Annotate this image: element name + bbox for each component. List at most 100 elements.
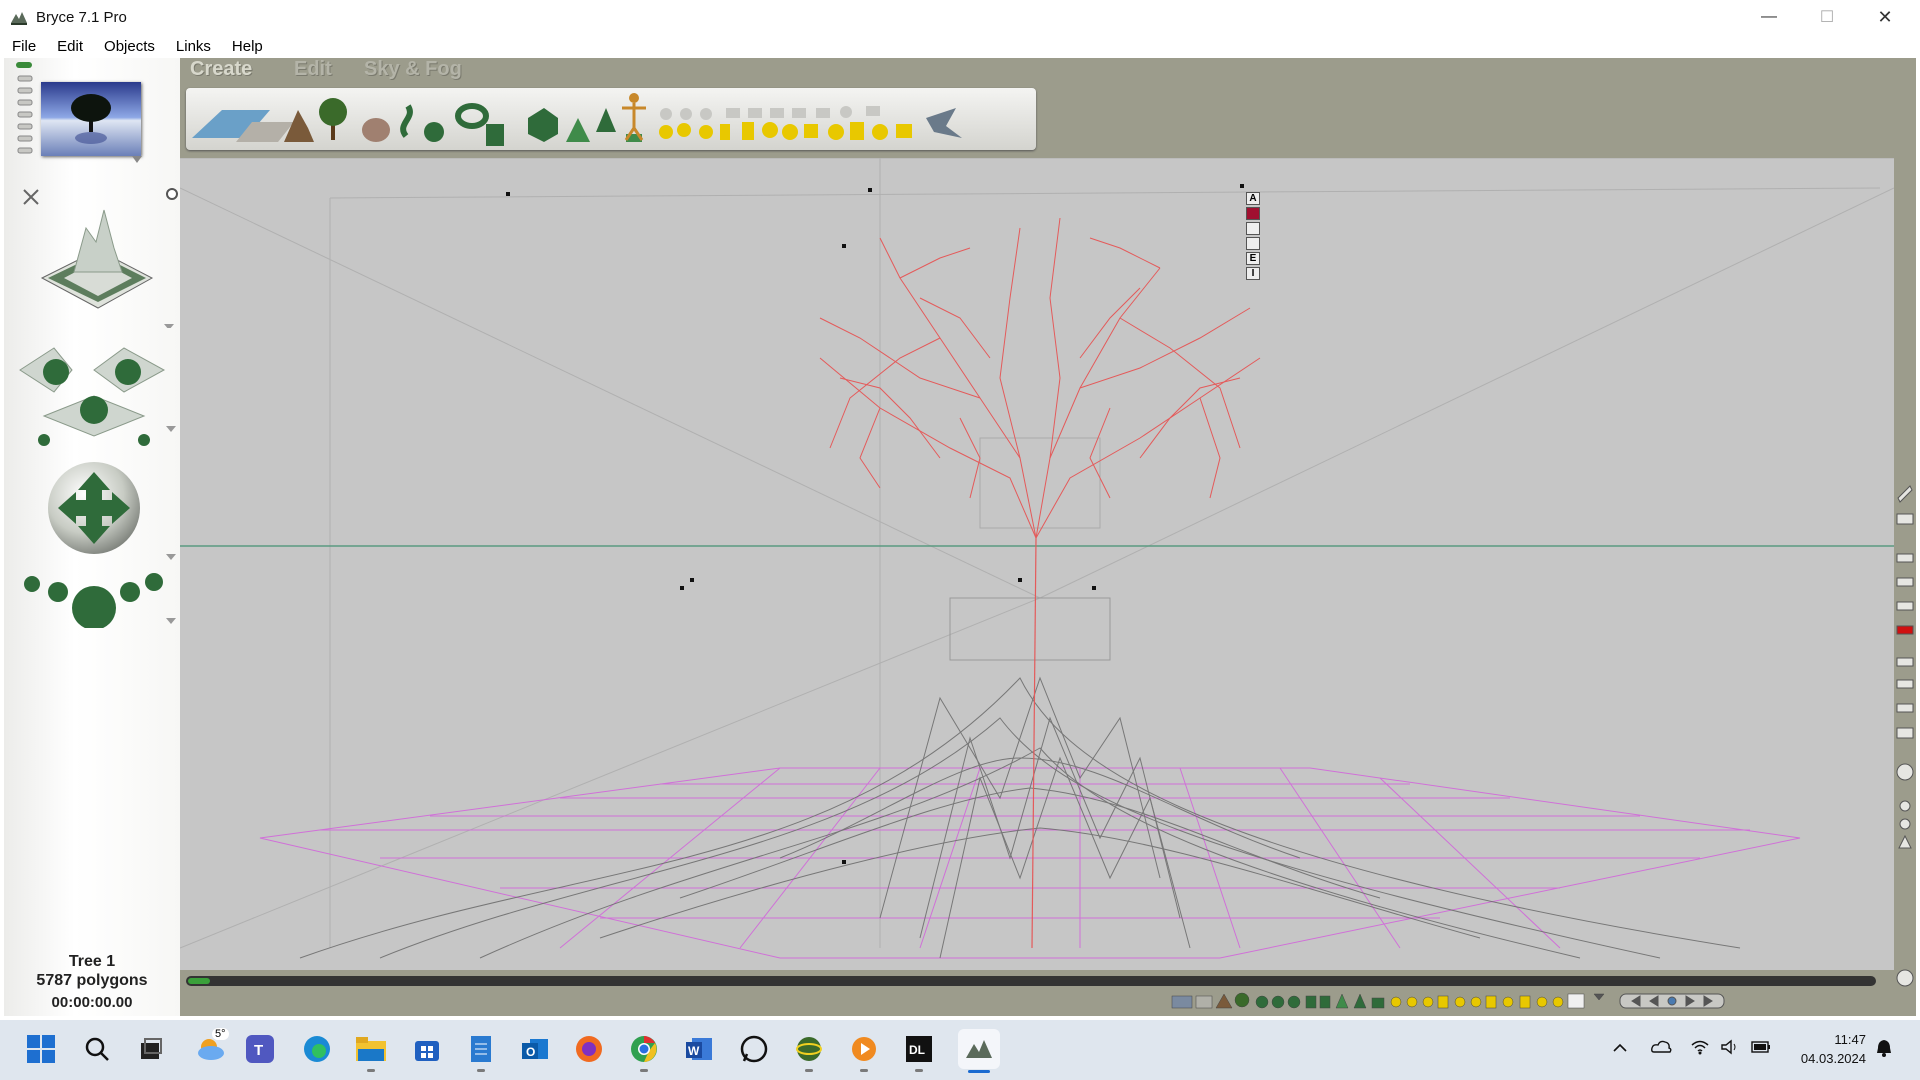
- start-button[interactable]: [24, 1032, 58, 1066]
- whatsapp-app[interactable]: [737, 1032, 771, 1066]
- selected-object-name: Tree 1: [68, 953, 116, 970]
- minimize-button[interactable]: —: [1740, 0, 1798, 34]
- object-controls: A E I: [1246, 192, 1260, 280]
- cylinder-icon[interactable]: [486, 124, 504, 146]
- view-stack-icon[interactable]: [14, 58, 38, 162]
- view-mode-icon[interactable]: [1896, 601, 1914, 611]
- ground-grid: [259, 767, 1801, 959]
- edit-object-button[interactable]: E: [1246, 252, 1260, 265]
- zoom-out-icon[interactable]: [1899, 818, 1911, 830]
- notepad-app[interactable]: [464, 1032, 498, 1066]
- camera-view-control[interactable]: [14, 168, 182, 328]
- globe-app[interactable]: [792, 1032, 826, 1066]
- light-primitives-icons[interactable]: [659, 122, 912, 140]
- menu-help[interactable]: Help: [220, 38, 272, 55]
- record-icon[interactable]: [1896, 625, 1914, 635]
- terrain-bounding-box: [949, 597, 1111, 661]
- cone-icon[interactable]: [596, 108, 616, 132]
- selection-handles[interactable]: [506, 184, 1244, 864]
- playback-controls[interactable]: [1619, 993, 1725, 1009]
- animation-timeline[interactable]: [186, 976, 1876, 986]
- file-explorer-app[interactable]: [354, 1032, 388, 1066]
- camera-move-control[interactable]: [14, 330, 182, 450]
- running-indicator: [860, 1069, 868, 1072]
- tree-trunk: [1031, 537, 1037, 949]
- daz-studio-app[interactable]: DL: [902, 1032, 936, 1066]
- preview-menu-arrow-icon[interactable]: [132, 156, 142, 164]
- tab-sky-fog[interactable]: Sky & Fog: [364, 58, 462, 81]
- control-palette: Tree 1 5787 polygons 00:00:00.00: [4, 58, 180, 1016]
- timeline-scrubber[interactable]: [188, 978, 210, 984]
- timeline-bar: [180, 970, 1894, 1016]
- texture-icon[interactable]: [1896, 679, 1914, 689]
- pyramid-icon[interactable]: [566, 118, 590, 142]
- sphere-icon[interactable]: [424, 122, 444, 142]
- cube-icon[interactable]: [528, 108, 558, 142]
- teams-app[interactable]: T: [246, 1035, 274, 1063]
- search-button[interactable]: [80, 1032, 114, 1066]
- nano-preview[interactable]: [41, 82, 141, 156]
- outlook-app[interactable]: O: [518, 1032, 552, 1066]
- link-button[interactable]: [1246, 237, 1260, 250]
- onedrive-icon[interactable]: [1650, 1038, 1672, 1056]
- wireframe-viewport[interactable]: A E I: [179, 157, 1895, 970]
- weather-widget[interactable]: 5°: [188, 1028, 232, 1066]
- layer-icon[interactable]: [1896, 657, 1914, 667]
- maximize-button[interactable]: ☐: [1798, 0, 1856, 34]
- show-hidden-icons-icon[interactable]: [1612, 1040, 1628, 1056]
- system-clock[interactable]: 11:47 04.03.2024: [1801, 1030, 1866, 1068]
- battery-icon[interactable]: [1750, 1038, 1772, 1056]
- running-indicator: [915, 1069, 923, 1072]
- render-globe-icon[interactable]: [1896, 763, 1914, 781]
- notepad-icon: [471, 1036, 491, 1062]
- selection-palette[interactable]: [1170, 990, 1730, 1014]
- word-app[interactable]: W: [682, 1032, 716, 1066]
- rock-icon[interactable]: [362, 118, 390, 142]
- running-indicator: [805, 1069, 813, 1072]
- menu-file[interactable]: File: [0, 38, 45, 55]
- display-mode-icon[interactable]: [1896, 553, 1914, 563]
- pan-hand-icon[interactable]: [1898, 834, 1912, 849]
- wifi-icon[interactable]: [1690, 1038, 1710, 1056]
- attributes-button[interactable]: A: [1246, 192, 1260, 205]
- info-button[interactable]: I: [1246, 267, 1260, 280]
- task-view-button[interactable]: [134, 1032, 168, 1066]
- pencil-icon[interactable]: [1897, 485, 1913, 503]
- box-mode-icon[interactable]: [1896, 577, 1914, 587]
- family-button[interactable]: [1246, 222, 1260, 235]
- eraser-icon[interactable]: [1896, 513, 1914, 525]
- search-icon: [85, 1037, 109, 1061]
- teams-icon: T: [254, 1042, 263, 1058]
- human-figure-icon[interactable]: [622, 93, 646, 141]
- volume-icon[interactable]: [1720, 1038, 1740, 1056]
- microsoft-store-app[interactable]: [410, 1032, 444, 1066]
- notification-bell-icon[interactable]: [1874, 1038, 1894, 1058]
- camera-trackball[interactable]: [14, 458, 182, 628]
- background-icon[interactable]: [1896, 703, 1914, 713]
- tab-create[interactable]: Create: [190, 58, 252, 81]
- tab-edit[interactable]: Edit: [294, 58, 332, 81]
- task-view-icon: [141, 1038, 162, 1059]
- chrome-app[interactable]: [627, 1032, 661, 1066]
- running-indicator: [367, 1069, 375, 1072]
- symmetric-lattice-icon[interactable]: [400, 104, 413, 138]
- firefox-app[interactable]: [572, 1032, 606, 1066]
- zoom-in-icon[interactable]: [1899, 800, 1911, 812]
- bryce-app[interactable]: [958, 1029, 1000, 1069]
- material-button[interactable]: [1246, 207, 1260, 220]
- imported-object-icon[interactable]: [926, 108, 962, 138]
- viewport-menu-icon[interactable]: [1896, 727, 1914, 739]
- torus-icon[interactable]: [455, 103, 489, 129]
- close-button[interactable]: ✕: [1856, 0, 1914, 34]
- scene-wireframe: [179, 157, 1895, 959]
- media-app[interactable]: [847, 1032, 881, 1066]
- chrome-icon: [631, 1036, 657, 1062]
- menu-objects[interactable]: Objects: [92, 38, 164, 55]
- tree-icon[interactable]: [319, 98, 347, 140]
- menu-links[interactable]: Links: [164, 38, 220, 55]
- terrain-wireframe: [299, 676, 1741, 959]
- globe-menu-icon[interactable]: [1896, 969, 1914, 987]
- menu-edit[interactable]: Edit: [45, 38, 92, 55]
- right-tool-column: [1894, 158, 1916, 1016]
- edge-app[interactable]: [300, 1032, 334, 1066]
